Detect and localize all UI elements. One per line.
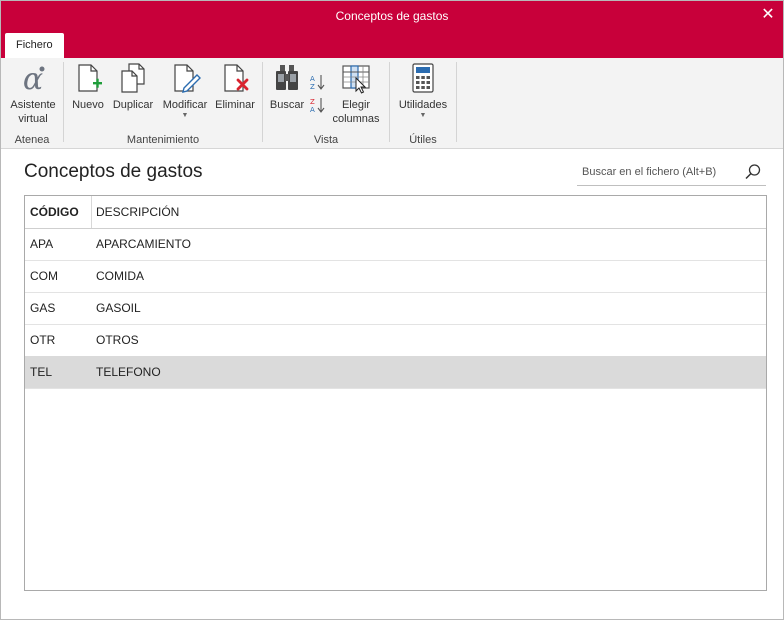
ribbon-group-atenea: α Asistente virtual Atenea — [1, 58, 63, 148]
calculator-icon — [412, 63, 434, 93]
title-bar: Conceptos de gastos ✕ — [1, 1, 783, 31]
ribbon-group-mantenimiento: Nuevo Duplicar Modificar ▼ Eliminar Mant… — [64, 58, 262, 148]
ribbon: α Asistente virtual Atenea Nuevo Duplica… — [1, 58, 783, 149]
edit-document-icon — [174, 64, 201, 93]
cell-description: GASOIL — [96, 301, 141, 315]
search-icon[interactable] — [744, 163, 762, 181]
eliminar-label: Eliminar — [215, 99, 255, 111]
nuevo-button[interactable]: Nuevo — [68, 62, 108, 112]
choose-columns-icon — [342, 65, 370, 94]
group-label-vista: Vista — [313, 134, 339, 146]
buscar-button[interactable]: Buscar — [267, 62, 307, 112]
group-label-utiles: Útiles — [409, 134, 437, 146]
table-header: CÓDIGO DESCRIPCIÓN — [25, 196, 766, 229]
window: Conceptos de gastos ✕ Fichero α Asistent… — [0, 0, 784, 620]
svg-text:A: A — [310, 106, 315, 114]
alpha-icon: α — [23, 62, 45, 94]
group-label-mantenimiento: Mantenimiento — [126, 134, 200, 146]
search-box — [577, 159, 766, 186]
table-row-selected[interactable]: TEL TELEFONO — [25, 356, 766, 389]
utilidades-label: Utilidades — [398, 99, 448, 111]
ribbon-group-vista: Buscar A Z Z A Elegir columnas Vista — [263, 58, 389, 148]
table-row[interactable]: GAS GASOIL — [25, 292, 766, 325]
eliminar-button[interactable]: Eliminar — [212, 62, 258, 112]
svg-text:Z: Z — [310, 98, 315, 106]
chevron-down-icon: ▼ — [181, 112, 189, 119]
column-header-descripcion[interactable]: DESCRIPCIÓN — [96, 196, 696, 228]
svg-text:Z: Z — [310, 83, 315, 91]
svg-text:A: A — [310, 75, 315, 83]
cell-description: COMIDA — [96, 269, 144, 283]
page-title: Conceptos de gastos — [24, 161, 203, 182]
close-icon: ✕ — [761, 6, 775, 23]
ribbon-divider — [456, 62, 457, 142]
cell-code: APA — [30, 237, 54, 251]
duplicate-icon — [121, 63, 145, 93]
column-header-codigo[interactable]: CÓDIGO — [30, 196, 90, 228]
cell-code: OTR — [30, 333, 56, 347]
cell-description: TELEFONO — [96, 365, 161, 379]
cell-code: TEL — [30, 365, 53, 379]
table-row[interactable]: APA APARCAMIENTO — [25, 228, 766, 261]
nuevo-label: Nuevo — [72, 99, 104, 111]
sort-descending-icon[interactable]: Z A — [309, 96, 327, 114]
modificar-button[interactable]: Modificar ▼ — [158, 62, 212, 120]
column-divider — [91, 196, 92, 228]
duplicar-button[interactable]: Duplicar — [108, 62, 158, 112]
ribbon-tabs: Fichero — [1, 31, 783, 58]
tab-fichero[interactable]: Fichero — [5, 33, 64, 58]
new-document-icon — [78, 64, 102, 92]
duplicar-label: Duplicar — [112, 99, 154, 111]
cell-code: GAS — [30, 301, 56, 315]
table-row[interactable]: COM COMIDA — [25, 260, 766, 293]
sort-ascending-icon[interactable]: A Z — [309, 73, 327, 91]
data-table: CÓDIGO DESCRIPCIÓN APA APARCAMIENTO COM … — [24, 195, 767, 591]
binoculars-icon — [276, 65, 298, 90]
chevron-down-icon: ▼ — [419, 112, 427, 119]
buscar-label: Buscar — [269, 99, 305, 111]
elegir-columnas-button[interactable]: Elegir columnas — [331, 62, 381, 126]
cell-description: APARCAMIENTO — [96, 237, 191, 251]
ribbon-group-utiles: Utilidades ▼ Útiles — [390, 58, 456, 148]
delete-document-icon — [224, 64, 249, 92]
close-button[interactable]: ✕ — [753, 1, 783, 31]
asistente-virtual-button[interactable]: α Asistente virtual — [5, 62, 61, 126]
modificar-label: Modificar — [162, 99, 208, 111]
window-title: Conceptos de gastos — [335, 9, 449, 23]
utilidades-button[interactable]: Utilidades ▼ — [394, 62, 452, 120]
elegir-columnas-label: Elegir columnas — [332, 99, 380, 125]
group-label-atenea: Atenea — [14, 134, 50, 146]
cell-description: OTROS — [96, 333, 139, 347]
asistente-virtual-label: Asistente virtual — [10, 99, 56, 125]
search-input[interactable] — [582, 163, 732, 181]
svg-text:α: α — [23, 62, 43, 94]
table-row[interactable]: OTR OTROS — [25, 324, 766, 357]
cell-code: COM — [30, 269, 58, 283]
